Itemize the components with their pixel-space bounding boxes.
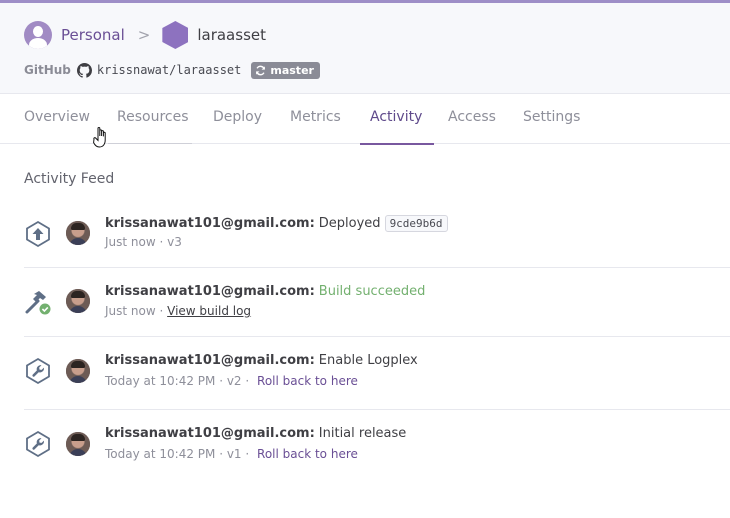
activity-item: krissanawat101@gmail.com: Deployed 9cde9… [24, 200, 730, 268]
app-header: Personal > laraasset GitHub krissnawat/l… [0, 3, 730, 94]
tab-metrics[interactable]: Metrics [290, 94, 341, 144]
user-avatar [66, 289, 90, 313]
github-icon [76, 62, 92, 78]
branch-badge[interactable]: master [251, 61, 320, 79]
activity-item: krissanawat101@gmail.com: Initial releas… [24, 410, 730, 480]
tab-activity[interactable]: Activity [359, 94, 435, 145]
activity-meta: Today at 10:42 PM · v2 · Roll back to he… [105, 374, 358, 388]
wrench-icon [26, 430, 50, 458]
hand-cursor-icon [93, 126, 106, 148]
app-hexagon-icon [162, 21, 189, 49]
tab-hover-underline [108, 143, 192, 144]
activity-message: Deployed [318, 216, 381, 231]
activity-time: Just now · [105, 304, 164, 318]
github-label: GitHub [24, 63, 71, 77]
commit-hash[interactable]: 9cde9b6d [384, 215, 448, 232]
activity-meta: Today at 10:42 PM · v1 · Roll back to he… [105, 447, 358, 461]
sync-icon [256, 65, 266, 75]
breadcrumb: Personal > laraasset [24, 20, 266, 50]
activity-message: Enable Logplex [318, 353, 418, 368]
activity-summary: krissanawat101@gmail.com: Enable Logplex [105, 353, 418, 368]
wrench-icon [26, 357, 50, 385]
tab-overview[interactable]: Overview [24, 94, 90, 144]
activity-meta: Just now · View build log [105, 304, 251, 318]
tab-deploy[interactable]: Deploy [213, 94, 262, 144]
breadcrumb-personal-link[interactable]: Personal [61, 26, 125, 44]
deploy-icon [26, 220, 50, 248]
repo-connection: GitHub krissnawat/laraasset master [24, 60, 320, 80]
roll-back-link[interactable]: Roll back to here [257, 374, 358, 388]
breadcrumb-separator-icon: > [137, 26, 151, 44]
activity-item: krissanawat101@gmail.com: Build succeede… [24, 268, 730, 337]
activity-message: Initial release [318, 426, 407, 441]
user-avatar [66, 432, 90, 456]
user-avatar [66, 221, 90, 245]
user-avatar [66, 359, 90, 383]
activity-user: krissanawat101@gmail.com: [105, 284, 315, 299]
activity-time: Today at 10:42 PM · v2 · [105, 374, 250, 388]
roll-back-link[interactable]: Roll back to here [257, 447, 358, 461]
activity-user: krissanawat101@gmail.com: [105, 216, 315, 231]
activity-feed-title: Activity Feed [24, 171, 115, 187]
activity-meta: Just now · v3 [105, 235, 182, 249]
tab-settings[interactable]: Settings [523, 94, 580, 144]
app-name[interactable]: laraasset [197, 26, 266, 44]
tab-access[interactable]: Access [448, 94, 496, 144]
personal-account-icon[interactable] [24, 21, 52, 49]
activity-summary: krissanawat101@gmail.com: Deployed 9cde9… [105, 215, 448, 232]
build-icon [25, 291, 51, 315]
activity-summary: krissanawat101@gmail.com: Initial releas… [105, 426, 406, 441]
repo-name-link[interactable]: krissnawat/laraasset [97, 63, 242, 77]
view-build-log-link[interactable]: View build log [167, 304, 251, 318]
tab-resources[interactable]: Resources [117, 94, 189, 144]
activity-message: Build succeeded [318, 284, 426, 299]
activity-time: Today at 10:42 PM · v1 · [105, 447, 250, 461]
activity-summary: krissanawat101@gmail.com: Build succeede… [105, 284, 425, 299]
activity-item: krissanawat101@gmail.com: Enable Logplex… [24, 337, 730, 410]
activity-user: krissanawat101@gmail.com: [105, 426, 315, 441]
branch-name: master [270, 63, 314, 77]
activity-user: krissanawat101@gmail.com: [105, 353, 315, 368]
